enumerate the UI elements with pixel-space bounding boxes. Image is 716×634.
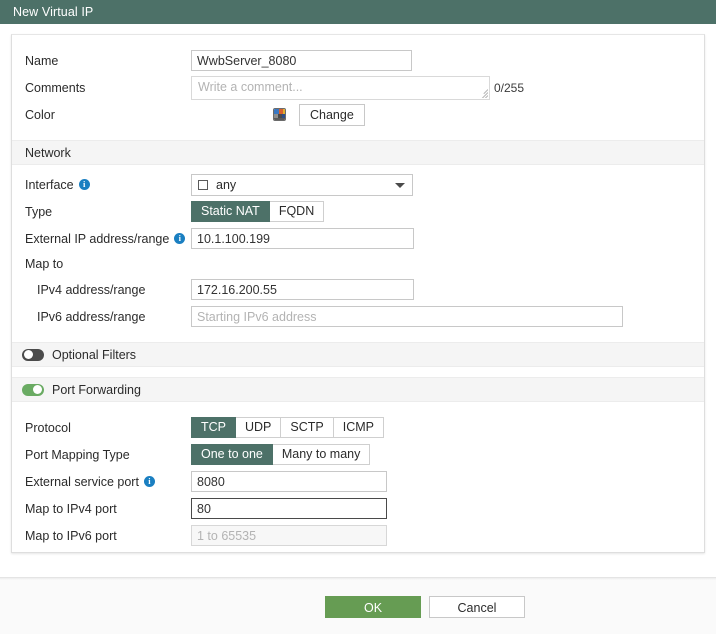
- port-forwarding-section-header[interactable]: Port Forwarding: [12, 377, 704, 402]
- dialog-body: Name Comments Write a comment... 0/255 C…: [0, 24, 716, 634]
- external-service-port-row: External service port i: [12, 468, 704, 495]
- protocol-row: Protocol TCP UDP SCTP ICMP: [12, 414, 704, 441]
- port-mapping-type-segmented-control: One to one Many to many: [191, 444, 371, 465]
- map-ipv4-port-row: Map to IPv4 port: [12, 495, 704, 522]
- color-row: Color Change: [12, 101, 704, 128]
- protocol-option-udp[interactable]: UDP: [236, 417, 282, 438]
- interface-row: Interface i any: [12, 171, 704, 198]
- protocol-option-tcp[interactable]: TCP: [191, 417, 236, 438]
- type-segmented-control: Static NAT FQDN: [191, 201, 325, 222]
- map-to-row: Map to: [12, 252, 704, 276]
- external-ip-label: External IP address/range i: [25, 232, 191, 246]
- name-input[interactable]: [191, 50, 412, 71]
- change-color-button[interactable]: Change: [299, 103, 365, 126]
- optional-filters-toggle[interactable]: [22, 348, 44, 361]
- map-ipv6-address-label: IPv6 address/range: [37, 309, 146, 324]
- footer-divider: [0, 578, 716, 580]
- port-mapping-option-many-to-many[interactable]: Many to many: [272, 444, 371, 465]
- external-service-port-label-text: External service port: [25, 474, 139, 489]
- external-ip-row: External IP address/range i: [12, 225, 704, 252]
- interface-checkbox[interactable]: [198, 179, 208, 190]
- optional-filters-section-header[interactable]: Optional Filters: [12, 342, 704, 367]
- map-ipv4-address-row: IPv4 address/range: [12, 276, 704, 303]
- dialog-title-bar: New Virtual IP: [0, 0, 716, 24]
- protocol-option-icmp[interactable]: ICMP: [333, 417, 384, 438]
- type-row: Type Static NAT FQDN: [12, 198, 704, 225]
- port-forwarding-toggle[interactable]: [22, 383, 44, 396]
- interface-selected-value: any: [216, 177, 237, 192]
- dialog-footer: OK Cancel: [0, 577, 716, 634]
- external-ip-label-text: External IP address/range: [25, 231, 170, 246]
- protocol-label: Protocol: [25, 420, 71, 435]
- protocol-segmented-control: TCP UDP SCTP ICMP: [191, 417, 384, 438]
- color-label: Color: [25, 107, 55, 122]
- port-mapping-option-one-to-one[interactable]: One to one: [191, 444, 273, 465]
- map-ipv6-port-label: Map to IPv6 port: [25, 528, 117, 543]
- external-service-port-label: External service port i: [25, 475, 191, 489]
- comments-wrapper: Write a comment... 0/255: [191, 75, 525, 100]
- dialog-title: New Virtual IP: [13, 5, 94, 19]
- type-option-fqdn[interactable]: FQDN: [269, 201, 325, 222]
- comments-row: Comments Write a comment... 0/255: [12, 74, 704, 101]
- map-ipv6-address-row: IPv6 address/range: [12, 303, 704, 330]
- external-ip-input[interactable]: [191, 228, 414, 249]
- ok-button[interactable]: OK: [325, 596, 421, 618]
- network-section-title: Network: [25, 145, 71, 160]
- info-icon[interactable]: i: [78, 179, 90, 190]
- info-icon[interactable]: i: [143, 476, 155, 487]
- map-ipv4-port-label: Map to IPv4 port: [25, 501, 117, 516]
- resize-grip-icon[interactable]: [475, 85, 488, 98]
- interface-dropdown[interactable]: any: [191, 173, 413, 196]
- protocol-option-sctp[interactable]: SCTP: [281, 417, 334, 438]
- map-ipv6-port-row: Map to IPv6 port: [12, 522, 704, 549]
- comments-placeholder-text: Write a comment...: [198, 79, 303, 94]
- info-icon[interactable]: i: [174, 233, 186, 244]
- type-option-static-nat[interactable]: Static NAT: [191, 201, 270, 222]
- comments-char-counter: 0/255: [494, 80, 525, 95]
- interface-label: Interface i: [25, 178, 191, 192]
- optional-filters-label: Optional Filters: [52, 347, 137, 362]
- map-ipv4-port-input[interactable]: [191, 498, 387, 519]
- port-mapping-type-label: Port Mapping Type: [25, 447, 130, 462]
- network-section-header: Network: [12, 140, 704, 165]
- port-mapping-type-row: Port Mapping Type One to one Many to man…: [12, 441, 704, 468]
- chevron-down-icon[interactable]: [395, 182, 405, 188]
- cancel-button[interactable]: Cancel: [429, 596, 525, 618]
- map-to-label: Map to: [25, 257, 64, 271]
- interface-label-text: Interface: [25, 177, 74, 192]
- external-service-port-input[interactable]: [191, 471, 387, 492]
- map-ipv6-address-input[interactable]: [191, 306, 623, 327]
- type-label: Type: [25, 204, 53, 219]
- map-ipv4-address-label: IPv4 address/range: [37, 282, 146, 297]
- map-ipv6-port-input: [191, 525, 387, 546]
- comments-textarea[interactable]: Write a comment...: [191, 75, 490, 100]
- port-forwarding-label: Port Forwarding: [52, 382, 141, 397]
- name-row: Name: [12, 47, 704, 74]
- name-label: Name: [25, 53, 59, 68]
- color-palette-icon: [273, 108, 286, 121]
- form-panel: Name Comments Write a comment... 0/255 C…: [11, 34, 705, 553]
- map-ipv4-address-input[interactable]: [191, 279, 414, 300]
- comments-label: Comments: [25, 80, 86, 95]
